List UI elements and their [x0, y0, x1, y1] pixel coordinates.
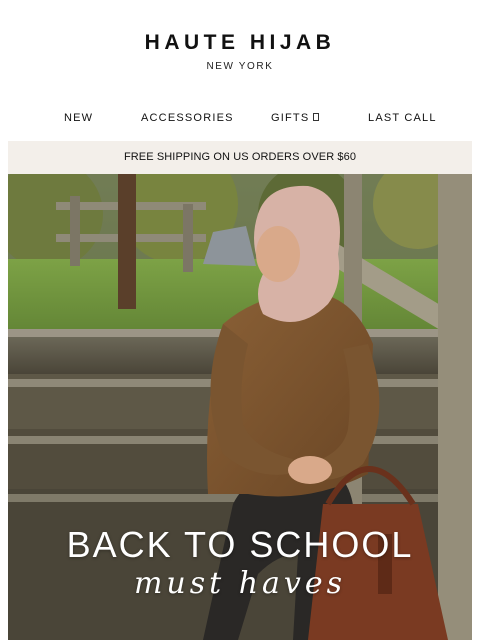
main-nav: NEW ACCESSORIES GIFTS LAST CALL [0, 95, 480, 141]
nav-item-gifts[interactable]: GIFTS [271, 112, 320, 124]
nav-item-last-call[interactable]: LAST CALL [368, 112, 437, 124]
chevron-down-icon [313, 113, 320, 122]
hero-image[interactable]: BACK TO SCHOOL must haves [8, 174, 472, 640]
email-header: HAUTE HIJAB NEW YORK [0, 0, 480, 95]
hero-subtitle: must haves [133, 566, 347, 601]
shipping-banner[interactable]: FREE SHIPPING ON US ORDERS OVER $60 [8, 141, 472, 174]
brand-location: NEW YORK [206, 61, 274, 72]
brand-logo[interactable]: HAUTE HIJAB [0, 31, 480, 55]
nav-item-gifts-label: GIFTS [271, 112, 310, 124]
nav-item-new[interactable]: NEW [64, 112, 93, 124]
nav-item-accessories[interactable]: ACCESSORIES [141, 112, 234, 124]
hero-title: BACK TO SCHOOL [66, 524, 414, 565]
